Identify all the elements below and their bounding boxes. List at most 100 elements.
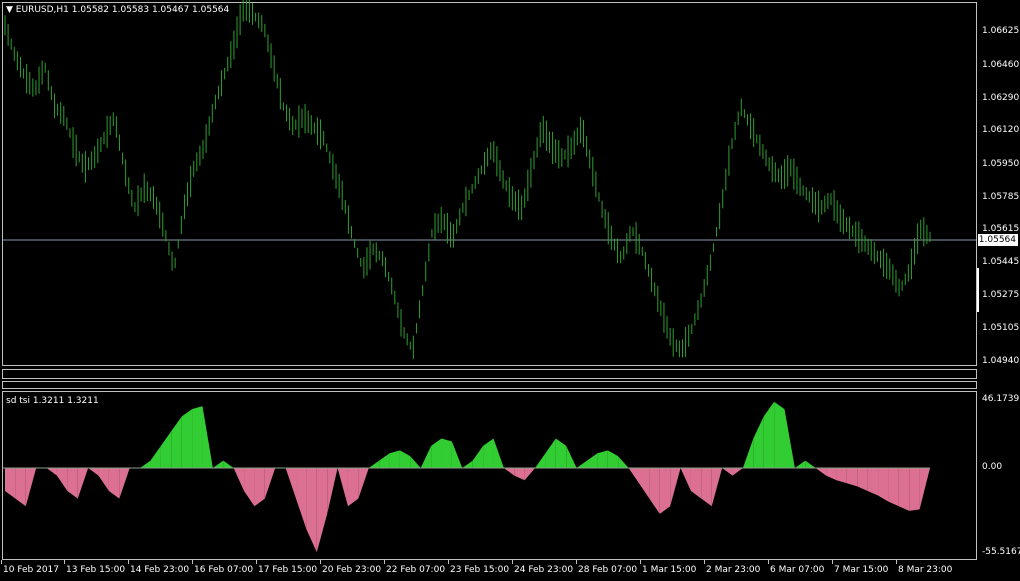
indicator-segment xyxy=(659,468,671,514)
price-axis-label: 1.06120 xyxy=(982,125,1020,135)
price-axis-label: 1.05445 xyxy=(982,257,1020,267)
price-axis-label: 1.06290 xyxy=(982,93,1020,103)
indicator-segment xyxy=(628,468,639,484)
indicator-axis-label: 0.00 xyxy=(982,462,1003,472)
price-axis-label: 1.06625 xyxy=(982,26,1020,36)
indicator-segment xyxy=(587,453,598,468)
indicator-segment xyxy=(67,468,78,499)
indicator-segment xyxy=(181,409,193,468)
time-axis-tick xyxy=(1,560,2,564)
indicator-segment xyxy=(753,416,764,468)
indicator-segment xyxy=(98,468,109,491)
indicator-segment xyxy=(462,460,473,468)
indicator-segment xyxy=(670,468,681,507)
indicator-segment xyxy=(763,401,775,468)
indicator-segment xyxy=(524,468,536,481)
chart-menu-icon[interactable]: ▼ xyxy=(6,5,13,15)
time-axis-label: 2 Mar 23:00 xyxy=(706,565,761,575)
time-axis-tick xyxy=(128,560,129,564)
indicator-segment xyxy=(503,468,515,476)
indicator-segment xyxy=(784,409,795,468)
price-axis-label: 1.04940 xyxy=(982,356,1020,366)
indicator-segment xyxy=(389,450,400,468)
indicator-title: sd tsi 1.3211 1.3211 xyxy=(6,396,99,406)
time-axis-label: 22 Feb 07:00 xyxy=(386,565,446,575)
indicator-segment xyxy=(140,460,151,468)
indicator-segment xyxy=(316,468,328,553)
indicator-segment xyxy=(732,468,743,476)
indicator-segment xyxy=(722,468,733,476)
indicator-segment xyxy=(202,406,213,468)
indicator-axis-label: 46.1739 xyxy=(982,394,1020,404)
indicator-segment xyxy=(327,468,338,514)
indicator-segment xyxy=(711,468,723,507)
chart-title: ▼ EURUSD,H1 1.05582 1.05583 1.05467 1.05… xyxy=(6,5,229,15)
indicator-segment xyxy=(358,468,369,499)
time-axis-tick xyxy=(256,560,257,564)
indicator-segment xyxy=(171,416,182,468)
indicator-segment xyxy=(379,453,390,468)
indicator-segment xyxy=(46,468,57,476)
indicator-segment xyxy=(774,401,785,468)
time-axis-tick xyxy=(768,560,769,564)
ohlc-values: 1.05582 1.05583 1.05467 1.05564 xyxy=(71,5,230,15)
indicator-segment xyxy=(846,468,858,487)
time-axis-tick xyxy=(512,560,513,564)
indicator-segment xyxy=(441,438,452,468)
time-axis-label: 28 Feb 07:00 xyxy=(578,565,638,575)
indicator-segment xyxy=(244,468,255,507)
time-axis-label: 24 Feb 23:00 xyxy=(514,565,574,575)
price-axis-label: 1.05615 xyxy=(982,224,1020,234)
time-axis-label: 6 Mar 07:00 xyxy=(770,565,825,575)
time-axis-label: 10 Feb 2017 xyxy=(3,565,60,575)
indicator-segment xyxy=(805,460,816,468)
indicator-segment xyxy=(160,431,172,468)
indicator-segment xyxy=(410,456,421,468)
indicator-segment xyxy=(649,468,660,514)
indicator-segment xyxy=(794,460,806,468)
indicator-segment xyxy=(264,468,276,499)
indicator-segment xyxy=(555,438,567,468)
price-axis-label: 1.05105 xyxy=(982,323,1020,333)
time-axis-tick xyxy=(640,560,641,564)
time-axis-label: 8 Mar 23:00 xyxy=(898,565,953,575)
indicator-segment xyxy=(690,468,702,499)
price-axis-label: 1.05950 xyxy=(982,159,1020,169)
time-axis-label: 1 Mar 15:00 xyxy=(642,565,697,575)
indicator-segment xyxy=(88,468,99,476)
indicator-segment xyxy=(638,468,650,499)
indicator-axis-label: -55.5167 xyxy=(982,547,1020,557)
indicator-segment xyxy=(535,453,546,468)
scroll-marker[interactable] xyxy=(977,268,979,312)
time-axis-tick xyxy=(64,560,65,564)
indicator-segment xyxy=(150,445,161,468)
time-axis-label: 23 Feb 15:00 xyxy=(450,565,510,575)
indicator-segment xyxy=(597,450,608,468)
indicator-segment xyxy=(192,406,203,468)
indicator-segment xyxy=(607,450,619,468)
indicator-segment xyxy=(77,468,89,499)
indicator-segment xyxy=(815,468,827,476)
indicator-segment xyxy=(888,468,899,507)
indicator-segment xyxy=(15,468,26,507)
indicator-segment xyxy=(296,468,307,530)
indicator-segment xyxy=(545,438,556,468)
indicator-segment xyxy=(483,438,494,468)
indicator-segment xyxy=(493,438,504,468)
time-axis-tick xyxy=(384,560,385,564)
indicator-segment xyxy=(898,468,910,511)
indicator-segment xyxy=(337,468,348,507)
indicator-segment xyxy=(212,460,224,468)
indicator-segment xyxy=(5,468,16,499)
indicator-segment xyxy=(472,445,484,468)
time-axis-tick xyxy=(192,560,193,564)
time-axis-tick xyxy=(320,560,321,564)
indicator-segment xyxy=(431,438,442,468)
indicator-segment xyxy=(285,468,297,499)
time-axis-label: 14 Feb 23:00 xyxy=(130,565,190,575)
indicator-segment xyxy=(233,468,245,491)
indicator-segment xyxy=(25,468,37,507)
indicator-segment xyxy=(451,441,463,468)
indicator-segment xyxy=(867,468,879,496)
indicator-segment xyxy=(56,468,68,491)
